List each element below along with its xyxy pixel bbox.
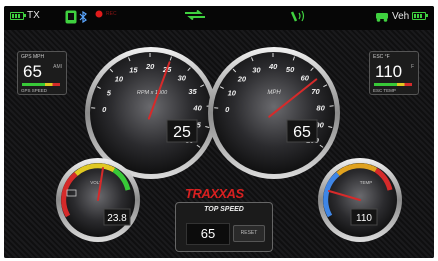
rpm-tick-label: 20	[145, 62, 155, 71]
esc-temp-value: 110	[375, 62, 403, 81]
rpm-tick-label: 30	[178, 74, 187, 83]
gps-level-bar	[22, 83, 60, 86]
mph-tick-label: 10	[228, 88, 237, 97]
rpm-tick-label: 15	[129, 65, 138, 74]
rpm-tick-label: 40	[192, 103, 202, 112]
mph-tick	[329, 105, 334, 107]
temp-gauge: TEMP 110	[318, 158, 402, 242]
esc-level-bar	[374, 83, 412, 86]
mph-tick-label: 30	[252, 65, 261, 74]
mph-readout: 65	[293, 124, 311, 141]
gps-speed-value: 65	[23, 62, 42, 81]
top-speed-value: 65	[186, 223, 230, 245]
mph-tick-label: 40	[268, 62, 278, 71]
voltage-gauge: VOLT 23.8	[56, 158, 140, 242]
temp-readout: 110	[356, 213, 372, 224]
mph-tick-label: 20	[237, 75, 247, 84]
brand-logo: TRAXXAS	[185, 186, 244, 201]
top-speed-panel: TOP SPEED 65 RESET	[175, 202, 273, 252]
mph-tick-label: 80	[316, 103, 325, 112]
temp-gauge-label: TEMP	[360, 180, 373, 185]
rpm-tick-label: 35	[188, 87, 197, 96]
gps-panel-unit: AMI	[53, 64, 62, 70]
mph-tick-label: 70	[311, 87, 320, 96]
rpm-gauge-label: RPM x 1000	[137, 90, 168, 96]
reset-button[interactable]: RESET	[233, 225, 265, 242]
voltage-readout: 23.8	[107, 213, 127, 224]
rpm-readout: 25	[173, 124, 191, 141]
mph-tick-label: 60	[301, 74, 310, 83]
top-speed-title: TOP SPEED	[204, 206, 244, 213]
gps-panel-footer: GPS SPEED	[21, 88, 48, 93]
mph-tick-label: 50	[286, 65, 295, 74]
gps-speed-panel: GPS MPH 65 AMI GPS SPEED	[17, 51, 67, 95]
esc-panel-title: ESC °F	[373, 54, 390, 60]
esc-panel-unit: F	[410, 64, 414, 70]
mph-gauge-label: MPH	[267, 90, 281, 96]
mph-gauge: 0102030405060708090100 MPH 65	[208, 47, 340, 179]
esc-temp-panel: ESC °F 110 F ESC TEMP	[369, 51, 419, 95]
rpm-tick-label: 10	[115, 75, 124, 84]
esc-panel-footer: ESC TEMP	[373, 88, 396, 93]
telemetry-screen: TX REC Veh 0 5 10 15 20 30 35 40 RPM x 1…	[4, 6, 434, 258]
gps-panel-title: GPS MPH	[21, 54, 45, 60]
